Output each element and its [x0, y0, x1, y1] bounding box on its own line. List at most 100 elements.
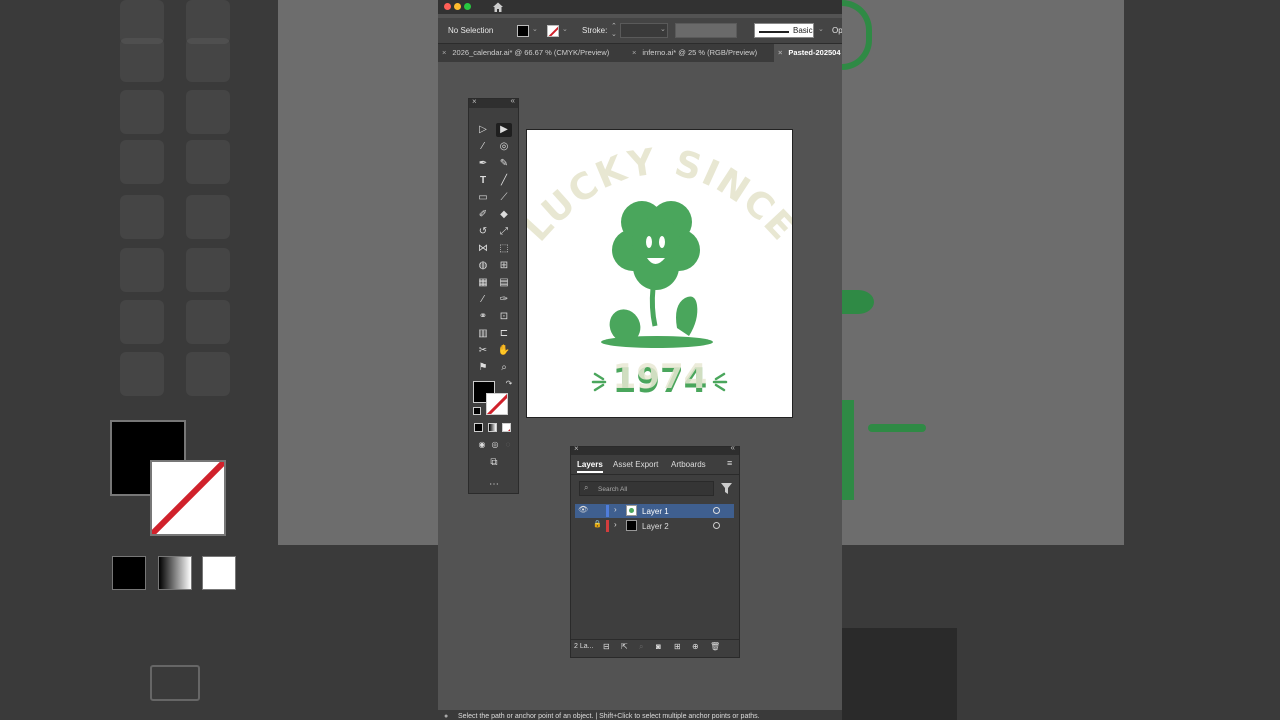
close-icon[interactable]: × — [442, 48, 446, 57]
new-sublayer-icon[interactable]: ⊞ — [674, 642, 681, 651]
lock-icon[interactable]: 🔒 — [593, 520, 602, 528]
layer-row-selected[interactable]: 👁 › Layer 1 — [575, 504, 734, 518]
eraser-tool-icon[interactable]: ◆ — [496, 208, 512, 222]
background-tool — [186, 195, 230, 239]
chevron-down-icon[interactable]: ⌄ — [818, 25, 824, 33]
layer-thumbnail — [626, 520, 637, 531]
stroke-swatch[interactable] — [547, 25, 559, 37]
rotate-tool-icon[interactable]: ↺ — [475, 225, 491, 239]
target-icon[interactable] — [713, 522, 720, 529]
eyedropper-tool-icon[interactable]: ⁄ — [475, 293, 491, 307]
background-tool — [186, 248, 230, 292]
chevron-right-icon[interactable]: › — [614, 505, 617, 514]
shape-builder-tool-icon[interactable]: ◍ — [475, 259, 491, 273]
chevron-down-icon[interactable]: ⌄ — [562, 25, 568, 33]
trash-icon[interactable]: 🗑 — [710, 642, 720, 651]
tab-artboards[interactable]: Artboards — [671, 460, 706, 469]
measure-tool-icon[interactable]: ✑ — [496, 293, 512, 307]
document-tab[interactable]: × 2026_calendar.ai* @ 66.67 % (CMYK/Previ… — [442, 44, 609, 62]
column-graph-tool-icon[interactable]: ▥ — [475, 327, 491, 341]
tab-layers[interactable]: Layers — [577, 460, 603, 473]
document-tab[interactable]: × inferno.ai* @ 25 % (RGB/Preview) — [632, 44, 757, 62]
default-colors-icon[interactable] — [473, 407, 481, 415]
clipping-mask-icon[interactable]: ◙ — [656, 642, 661, 651]
close-icon[interactable]: × — [778, 48, 782, 57]
clover-character — [601, 201, 713, 348]
layer-color-indicator — [606, 505, 609, 517]
locate-object-icon[interactable]: ⇱ — [621, 642, 628, 651]
new-layer-icon[interactable]: ⊕ — [692, 642, 699, 651]
paintbrush-tool-icon[interactable]: ⟋ — [496, 191, 512, 205]
home-icon[interactable] — [492, 1, 504, 13]
collect-export-icon[interactable]: ⊟ — [603, 642, 610, 651]
symbol-sprayer-tool-icon[interactable]: ⊡ — [496, 310, 512, 324]
scale-tool-icon[interactable]: ⤢ — [496, 225, 512, 239]
minimize-window-button[interactable] — [454, 3, 461, 10]
close-window-button[interactable] — [444, 3, 451, 10]
brush-definition-dropdown[interactable]: Basic — [754, 23, 814, 38]
hand-tool-icon[interactable]: ✋ — [496, 344, 512, 358]
variable-width-profile[interactable] — [675, 23, 737, 38]
panel-menu-icon[interactable]: ≡ — [727, 458, 732, 468]
shaper-tool-icon[interactable]: ✐ — [475, 208, 491, 222]
stroke-color-swatch[interactable] — [486, 393, 508, 415]
pen-tool-icon[interactable]: ✒ — [475, 157, 491, 171]
direct-selection-tool-icon[interactable]: ▶ — [496, 123, 512, 137]
fill-swatch[interactable] — [517, 25, 529, 37]
collapse-icon[interactable]: « — [511, 96, 515, 105]
lucky-since-artwork: LUCKY SINCE 1974 1974 — [516, 141, 801, 401]
more-tools-icon[interactable]: ⋯ — [486, 478, 502, 492]
lasso-tool-icon[interactable]: ◎ — [496, 140, 512, 154]
puppet-warp-tool-icon[interactable]: ⚑ — [475, 361, 491, 375]
collapse-icon[interactable]: « — [731, 443, 735, 452]
stroke-stepper-icon[interactable]: ⌃ ⌄ — [611, 23, 617, 39]
document-tab-active[interactable]: × Pasted-202504 — [774, 44, 842, 62]
slice-tool-icon[interactable]: ✂ — [475, 344, 491, 358]
line-tool-icon[interactable]: ╱ — [496, 174, 512, 188]
sparkle-left-icon — [591, 372, 607, 392]
chevron-down-icon[interactable]: ⌄ — [660, 25, 666, 33]
zoom-tool-icon[interactable]: ⌕ — [496, 361, 512, 375]
background-tool — [120, 248, 164, 292]
width-tool-icon[interactable]: ⋈ — [475, 242, 491, 256]
none-slash-icon — [507, 428, 510, 431]
mesh-tool-icon[interactable]: ▦ — [475, 276, 491, 290]
curvature-tool-icon[interactable]: ✎ — [496, 157, 512, 171]
layers-panel-footer: 2 La... ⊟ ⇱ ⌕ ◙ ⊞ ⊕ 🗑 — [571, 639, 739, 654]
artboard-tool-icon[interactable]: ⊏ — [496, 327, 512, 341]
gradient-mode-button[interactable] — [488, 423, 497, 432]
target-icon[interactable] — [713, 507, 720, 514]
perspective-grid-tool-icon[interactable]: ⊞ — [496, 259, 512, 273]
layers-panel-header[interactable]: × « — [571, 443, 739, 455]
layer-name[interactable]: Layer 1 — [642, 507, 669, 516]
type-tool-icon[interactable]: T — [475, 174, 491, 188]
close-icon[interactable]: × — [574, 444, 579, 453]
selection-tool-icon[interactable]: ▷ — [475, 123, 491, 137]
chevron-right-icon[interactable]: › — [614, 520, 617, 529]
opacity-label[interactable]: Op — [832, 26, 842, 35]
artwork-year: 1974 — [613, 357, 708, 397]
screen-mode-icon[interactable]: ⧉ — [486, 456, 502, 470]
color-mode-button[interactable] — [474, 423, 483, 432]
blend-tool-icon[interactable]: ⚭ — [475, 310, 491, 324]
rectangle-tool-icon[interactable]: ▭ — [475, 191, 491, 205]
none-mode-button[interactable] — [502, 423, 511, 432]
draw-inside-icon[interactable]: ◌ — [500, 438, 516, 452]
zoom-window-button[interactable] — [464, 3, 471, 10]
chevron-down-icon[interactable]: ⌄ — [532, 25, 538, 33]
eye-visibility-icon[interactable]: 👁 — [578, 505, 588, 514]
tools-panel-header[interactable]: × « — [469, 96, 518, 108]
magic-wand-tool-icon[interactable]: ⁄ — [475, 140, 491, 154]
swap-colors-icon[interactable]: ↷ — [501, 377, 517, 391]
layer-name[interactable]: Layer 2 — [642, 522, 669, 531]
tab-asset-export[interactable]: Asset Export — [613, 460, 658, 469]
filter-icon[interactable] — [721, 483, 732, 494]
close-icon[interactable]: × — [632, 48, 636, 57]
layer-row[interactable]: 🔒 › Layer 2 — [575, 519, 734, 533]
artboard[interactable]: LUCKY SINCE 1974 1974 — [516, 129, 802, 418]
free-transform-tool-icon[interactable]: ⬚ — [496, 242, 512, 256]
close-icon[interactable]: × — [472, 97, 477, 106]
gradient-tool-icon[interactable]: ▤ — [496, 276, 512, 290]
search-icon[interactable]: ⌕ — [639, 642, 643, 652]
layers-search-input[interactable]: ⌕ Search All — [579, 481, 714, 496]
